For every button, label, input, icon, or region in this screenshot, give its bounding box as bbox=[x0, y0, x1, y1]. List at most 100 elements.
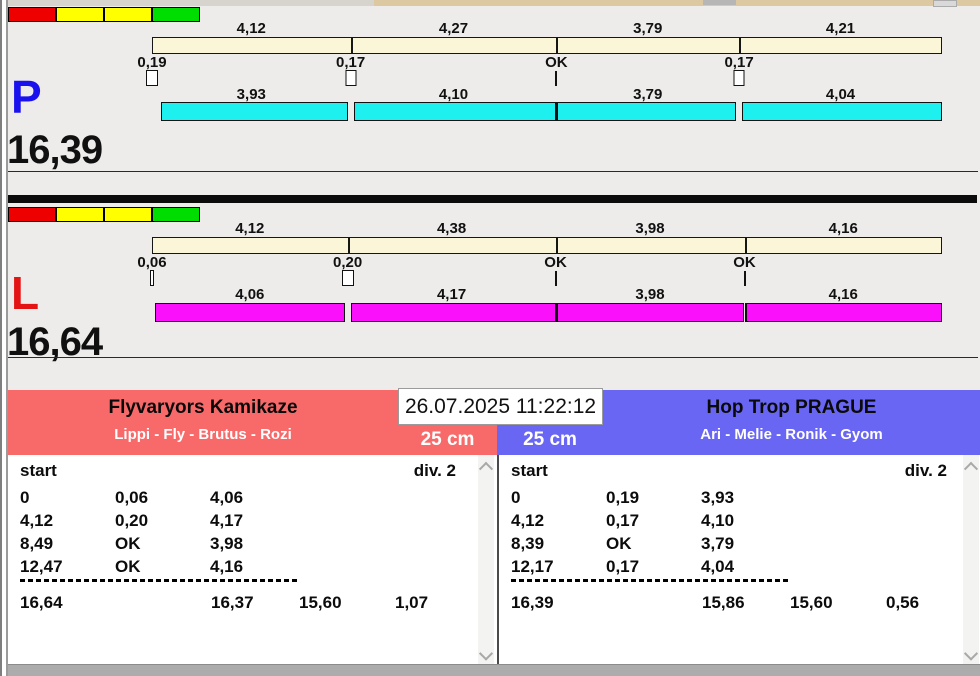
team-name: Flyvaryors Kamikaze bbox=[108, 397, 298, 418]
window-left-border bbox=[0, 0, 8, 676]
table-cell: 3,79 bbox=[701, 534, 735, 553]
signal-light-red bbox=[8, 207, 56, 222]
leg-bar-segment bbox=[350, 303, 556, 322]
split-time-bottom: 3,79 bbox=[633, 86, 663, 103]
changeover-marker-box bbox=[341, 270, 354, 286]
result-list-right[interactable]: start div. 2 0 0,19 3,93 4,12 0,17 4,10 8,39 OK 3,… bbox=[497, 455, 980, 664]
split-time-bottom: 3,98 bbox=[635, 286, 665, 303]
signal-light-yellow bbox=[56, 7, 104, 22]
table-cell: 3,98 bbox=[210, 534, 244, 553]
flyball-timing-window: P 16,39 L 16,64 4,12 4,27 3,79 4,21 0,19 0,17… bbox=[0, 0, 980, 676]
leg-bar-divider bbox=[556, 37, 559, 54]
dashed-separator bbox=[511, 579, 789, 582]
changeover-label: OK bbox=[544, 254, 567, 271]
jump-height-left: 25 cm bbox=[420, 429, 475, 450]
leg-bar-divider bbox=[739, 37, 742, 54]
summary-cell: 1,07 bbox=[395, 593, 429, 612]
scroll-up-button[interactable] bbox=[963, 457, 979, 476]
leg-bar-divider bbox=[744, 237, 747, 254]
scroll-down-button[interactable] bbox=[963, 646, 979, 662]
table-cell: 4,16 bbox=[210, 557, 244, 576]
leg-bar-segment bbox=[555, 303, 745, 322]
table-cell: OK bbox=[115, 557, 141, 576]
leg-bar-total bbox=[152, 37, 942, 54]
changeover-marker-box bbox=[733, 70, 745, 86]
table-cell: 3,93 bbox=[701, 488, 735, 507]
chevron-up-icon bbox=[963, 461, 979, 476]
table-cell: 0,20 bbox=[115, 511, 149, 530]
leg-bar-divider bbox=[347, 237, 350, 254]
signal-light-red bbox=[8, 7, 56, 22]
team-dogs: Lippi - Fly - Brutus - Rozi bbox=[114, 426, 292, 443]
split-time-bottom: 4,17 bbox=[436, 286, 467, 303]
summary-cell: 16,39 bbox=[511, 593, 554, 612]
table-cell: 0,17 bbox=[606, 511, 640, 530]
split-time-top: 4,16 bbox=[828, 220, 858, 237]
table-cell: 4,10 bbox=[701, 511, 735, 530]
summary-cell: 0,56 bbox=[886, 593, 920, 612]
signal-light-green bbox=[152, 7, 200, 22]
split-time-top: 4,12 bbox=[235, 220, 265, 237]
scroll-up-button[interactable] bbox=[478, 457, 494, 476]
col-header-start: start bbox=[20, 461, 57, 480]
changeover-label: OK bbox=[733, 254, 756, 271]
leg-bar-segment bbox=[556, 102, 737, 121]
split-time-bottom: 4,04 bbox=[825, 86, 856, 103]
table-cell: 0,19 bbox=[606, 488, 640, 507]
table-cell: 12,47 bbox=[20, 557, 63, 576]
signal-light-green bbox=[152, 207, 200, 222]
datetime-display: 26.07.2025 11:22:12 bbox=[398, 388, 603, 425]
changeover-marker-line bbox=[743, 271, 746, 286]
team-name: Hop Trop PRAGUE bbox=[706, 397, 877, 418]
split-time-top: 4,27 bbox=[438, 20, 469, 37]
leg-bar-divider bbox=[744, 303, 747, 322]
leg-bar-segment bbox=[353, 102, 557, 121]
changeover-label: 0,17 bbox=[335, 54, 366, 71]
changeover-marker-line bbox=[554, 271, 557, 286]
changeover-marker-line bbox=[555, 71, 558, 86]
changeover-marker-box bbox=[150, 270, 154, 286]
table-cell: 0,17 bbox=[606, 557, 640, 576]
col-header-start: start bbox=[511, 461, 548, 480]
chevron-down-icon bbox=[478, 646, 494, 661]
changeover-label: 0,19 bbox=[137, 54, 167, 71]
table-cell: 8,49 bbox=[20, 534, 54, 553]
summary-cell: 16,37 bbox=[211, 593, 254, 612]
chevron-down-icon bbox=[963, 646, 979, 661]
table-cell: 0,06 bbox=[115, 488, 149, 507]
leg-bar-segment bbox=[161, 102, 348, 121]
chevron-up-icon bbox=[478, 461, 494, 476]
signal-light-yellow bbox=[56, 207, 104, 222]
dashed-separator bbox=[20, 579, 298, 582]
split-time-bottom: 3,93 bbox=[236, 86, 266, 103]
table-cell: 4,06 bbox=[210, 488, 244, 507]
leg-bar-total bbox=[152, 237, 942, 254]
split-time-top: 4,12 bbox=[236, 20, 266, 37]
changeover-marker-box bbox=[146, 70, 158, 86]
table-scrollbar[interactable] bbox=[963, 455, 979, 664]
split-time-bottom: 4,16 bbox=[828, 286, 858, 303]
signal-light-yellow bbox=[104, 7, 152, 22]
table-cell: 4,17 bbox=[210, 511, 244, 530]
table-cell: OK bbox=[115, 534, 141, 553]
leg-bar-segment bbox=[154, 303, 345, 322]
result-list-left[interactable]: start div. 2 0 0,06 4,06 4,12 0,20 4,17 8,49 OK 3,… bbox=[8, 455, 497, 664]
table-cell: 0 bbox=[20, 488, 30, 507]
split-time-bottom: 4,10 bbox=[438, 86, 469, 103]
table-cell: 4,12 bbox=[511, 511, 545, 530]
split-time-top: 3,79 bbox=[633, 20, 663, 37]
scroll-down-button[interactable] bbox=[478, 646, 494, 662]
changeover-marker-box bbox=[345, 70, 357, 86]
leg-bar-segment bbox=[744, 303, 942, 322]
table-cell: 4,12 bbox=[20, 511, 54, 530]
table-cell: 8,39 bbox=[511, 534, 545, 553]
summary-cell: 16,64 bbox=[20, 593, 63, 612]
table-scrollbar[interactable] bbox=[478, 455, 494, 664]
split-time-top: 4,21 bbox=[825, 20, 856, 37]
leg-bar-divider bbox=[350, 37, 353, 54]
table-cell: OK bbox=[606, 534, 632, 553]
changeover-label: OK bbox=[545, 54, 568, 71]
leg-bar-divider bbox=[555, 303, 558, 322]
summary-cell: 15,60 bbox=[790, 593, 833, 612]
table-cell: 0 bbox=[511, 488, 521, 507]
